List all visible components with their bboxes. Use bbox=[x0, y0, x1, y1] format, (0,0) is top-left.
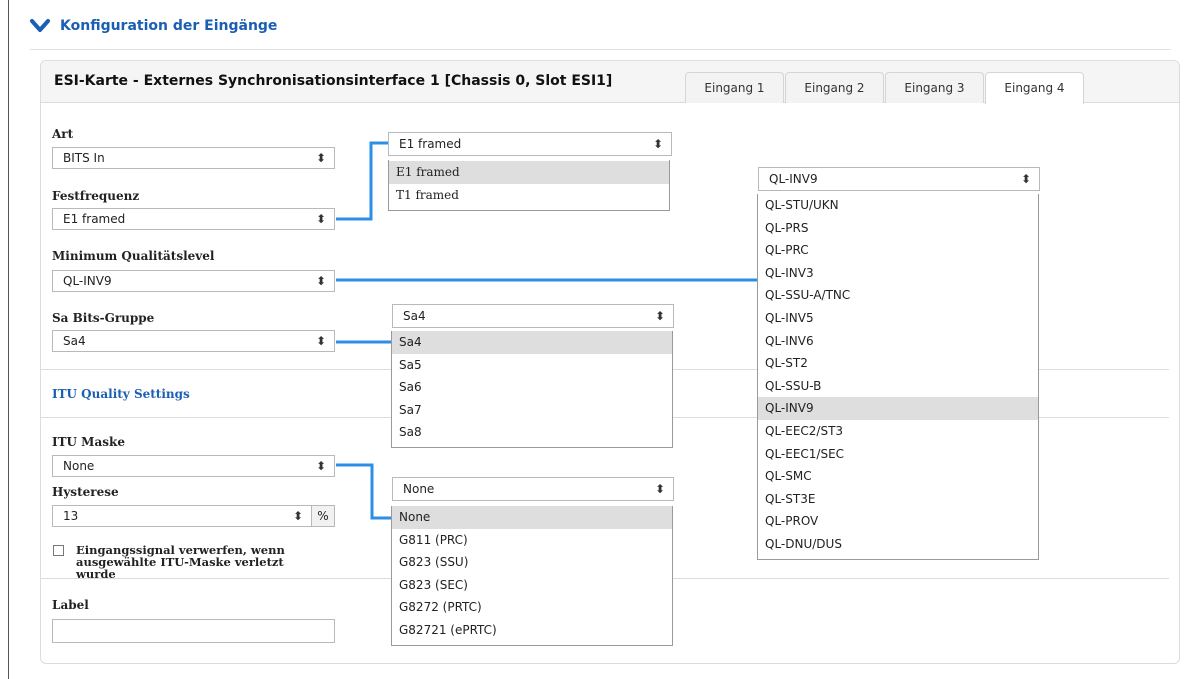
dropdown-option[interactable]: QL-ST3E bbox=[758, 488, 1038, 511]
dropdown-option[interactable]: E1 framed bbox=[389, 161, 669, 184]
qualitaetslevel-dropdown-list: QL-STU/UKN QL-PRS QL-PRC QL-INV3 QL-SSU-… bbox=[757, 194, 1039, 560]
dropdown-option[interactable]: QL-DNU/DUS bbox=[758, 533, 1038, 556]
sort-arrows-icon: ⬍ bbox=[1020, 172, 1031, 186]
dropdown-option[interactable]: QL-PROV bbox=[758, 510, 1038, 533]
dropdown-option[interactable]: QL-PRS bbox=[758, 217, 1038, 240]
itu-maske-dropdown-list: None G811 (PRC) G823 (SSU) G823 (SEC) G8… bbox=[391, 506, 673, 646]
dropdown-option[interactable]: Sa8 bbox=[392, 421, 672, 444]
sort-arrows-icon: ⬍ bbox=[652, 137, 663, 151]
dropdown-option[interactable]: T1 framed bbox=[389, 184, 669, 207]
sa-bits-dropdown-value: Sa4 bbox=[403, 309, 426, 323]
dropdown-option[interactable]: G823 (SEC) bbox=[392, 574, 672, 597]
qualitaetslevel-dropdown-value: QL-INV9 bbox=[769, 172, 818, 186]
dropdown-option[interactable]: None bbox=[392, 506, 672, 529]
sa-bits-dropdown-select[interactable]: Sa4 ⬍ bbox=[392, 304, 674, 328]
dropdown-option[interactable]: QL-SMC bbox=[758, 465, 1038, 488]
dropdown-option[interactable]: QL-EEC2/ST3 bbox=[758, 420, 1038, 443]
dropdown-option[interactable]: G823 (SSU) bbox=[392, 551, 672, 574]
dropdown-option[interactable]: Sa5 bbox=[392, 354, 672, 377]
dropdown-option[interactable]: Sa6 bbox=[392, 376, 672, 399]
dropdown-option[interactable]: QL-SSU-B bbox=[758, 375, 1038, 398]
dropdown-option[interactable]: QL-STU/UKN bbox=[758, 194, 1038, 217]
tab-eingang-4[interactable]: Eingang 4 bbox=[985, 72, 1084, 104]
qualitaetslevel-dropdown-select[interactable]: QL-INV9 ⬍ bbox=[758, 167, 1040, 191]
connector-festfrequenz bbox=[336, 141, 390, 221]
itu-maske-dropdown-select[interactable]: None ⬍ bbox=[392, 477, 674, 501]
dropdown-option[interactable]: Sa7 bbox=[392, 399, 672, 422]
dropdown-option[interactable]: G82721 (ePRTC) bbox=[392, 619, 672, 642]
sa-bits-dropdown-list: Sa4 Sa5 Sa6 Sa7 Sa8 bbox=[391, 331, 673, 448]
festfrequenz-dropdown-value: E1 framed bbox=[399, 137, 462, 151]
dropdown-option[interactable]: QL-INV6 bbox=[758, 330, 1038, 353]
dropdown-option[interactable]: QL-ST2 bbox=[758, 352, 1038, 375]
sort-arrows-icon: ⬍ bbox=[654, 482, 665, 496]
dropdown-option[interactable]: QL-INV9 bbox=[758, 397, 1038, 420]
dropdown-option[interactable]: QL-INV5 bbox=[758, 307, 1038, 330]
connector-itu-maske bbox=[336, 463, 392, 520]
dropdown-option[interactable]: QL-INV3 bbox=[758, 262, 1038, 285]
dropdown-option[interactable]: QL-EEC1/SEC bbox=[758, 443, 1038, 466]
festfrequenz-dropdown-list: E1 framed T1 framed bbox=[388, 160, 670, 211]
dropdown-option[interactable]: QL-SSU-A/TNC bbox=[758, 284, 1038, 307]
dropdown-option[interactable]: QL-PRC bbox=[758, 239, 1038, 262]
dropdown-option[interactable]: Sa4 bbox=[392, 331, 672, 354]
festfrequenz-dropdown-select[interactable]: E1 framed ⬍ bbox=[388, 132, 672, 156]
dropdown-option[interactable]: G8272 (PRTC) bbox=[392, 596, 672, 619]
dropdown-option[interactable]: G811 (PRC) bbox=[392, 529, 672, 552]
itu-maske-dropdown-value: None bbox=[403, 482, 435, 496]
sort-arrows-icon: ⬍ bbox=[654, 309, 665, 323]
